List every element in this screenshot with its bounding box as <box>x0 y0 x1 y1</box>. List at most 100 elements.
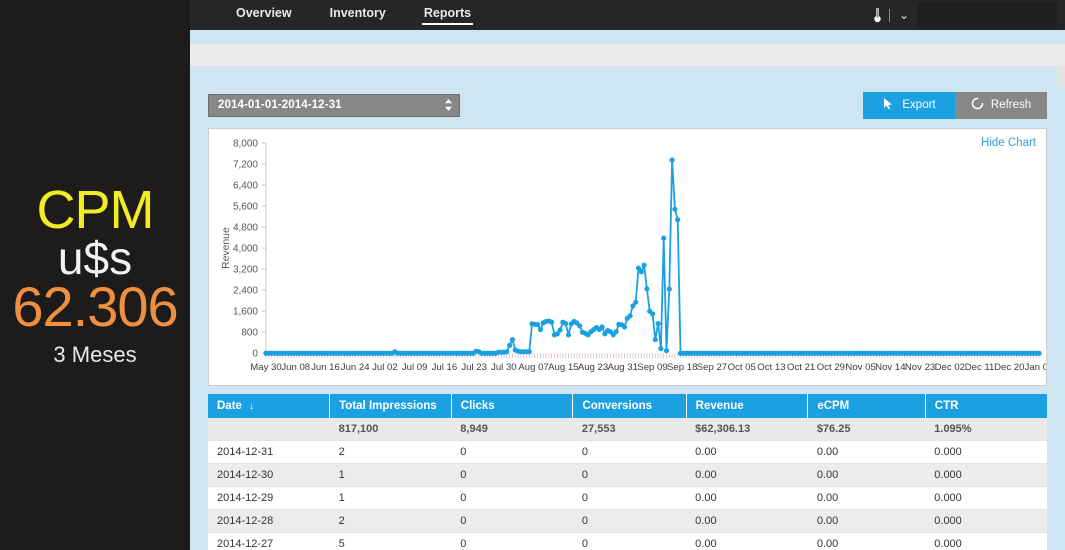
totals-cell-conversions: 27,553 <box>572 418 687 441</box>
toolbar-actions: Export Refresh <box>863 91 1047 119</box>
account-menu-box[interactable] <box>917 1 1057 29</box>
cell-revenue: 0.00 <box>686 532 808 550</box>
table-row[interactable]: 2014-12-27 5 0 0 0.00 0.00 0.000 <box>208 532 1047 550</box>
cell-total-impressions: 2 <box>329 440 452 464</box>
date-range-value: 2014-01-01-2014-12-31 <box>218 99 342 111</box>
cell-revenue: 0.00 <box>686 509 808 533</box>
app-container: Overview Inventory Reports ⌄ 2014-01-01-… <box>190 0 1065 550</box>
cell-ctr: 0.000 <box>925 486 1047 510</box>
cell-clicks: 0 <box>451 532 573 550</box>
cell-conversions: 0 <box>572 440 687 464</box>
y-axis-tick-label: 4,000 <box>233 244 258 255</box>
cell-ecpm: 0.00 <box>807 486 926 510</box>
cell-conversions: 0 <box>572 463 687 487</box>
x-axis-tick-label: Oct 21 <box>787 362 815 373</box>
x-axis-tick-label: Nov 23 <box>905 362 935 373</box>
cell-date: 2014-12-31 <box>208 440 330 464</box>
table-row[interactable]: 2014-12-30 1 0 0 0.00 0.00 0.000 <box>208 463 1047 487</box>
table-row[interactable]: 2014-12-29 1 0 0 0.00 0.00 0.000 <box>208 486 1047 510</box>
table-totals-row: 817,100 8,949 27,553 $62,306.13 $76.25 1.095% <box>208 418 1047 441</box>
revenue-series-points <box>263 157 1042 356</box>
x-axis-tick-label: Aug 15 <box>548 362 578 373</box>
column-header-revenue[interactable]: Revenue <box>686 394 809 418</box>
y-axis-tick-label: 1,600 <box>233 307 258 318</box>
column-header-date[interactable]: Date ↓ <box>208 394 331 418</box>
cell-total-impressions: 1 <box>329 486 452 510</box>
cell-clicks: 0 <box>451 440 573 464</box>
table-body: 817,100 8,949 27,553 $62,306.13 $76.25 1.095%… <box>208 418 1047 550</box>
cell-revenue: 0.00 <box>686 486 808 510</box>
date-range-select[interactable]: 2014-01-01-2014-12-31 <box>208 93 460 117</box>
y-axis-tick-label: 800 <box>241 328 258 339</box>
x-axis-tick-label: Oct 29 <box>817 362 845 373</box>
nav-item-inventory[interactable]: Inventory <box>330 6 386 25</box>
x-axis-tick-label: Dec 20 <box>994 362 1024 373</box>
cell-date: 2014-12-29 <box>208 486 330 510</box>
page-band-blue <box>190 66 1065 88</box>
x-axis-tick-label: Aug 31 <box>608 362 638 373</box>
cpm-title: CPM <box>36 180 155 240</box>
x-axis-tick-label: Nov 14 <box>875 362 906 373</box>
report-data-table: Date ↓ Total Impressions Clicks Conversio… <box>208 394 1047 550</box>
x-axis-tick-label: Sep 18 <box>667 362 697 373</box>
totals-cell-date <box>208 418 330 441</box>
table-row[interactable]: 2014-12-28 2 0 0 0.00 0.00 0.000 <box>208 509 1047 533</box>
y-axis-tick-label: 0 <box>252 349 258 360</box>
column-header-total-impressions[interactable]: Total Impressions <box>329 394 452 418</box>
column-header-ctr[interactable]: CTR <box>925 394 1047 418</box>
x-axis-tick-label: Sep 27 <box>697 362 727 373</box>
stepper-arrows-icon <box>444 98 453 112</box>
x-axis-tick-label: Jul 23 <box>461 362 487 373</box>
cell-conversions: 0 <box>572 486 687 510</box>
cell-revenue: 0.00 <box>686 440 808 464</box>
cell-total-impressions: 5 <box>329 532 452 550</box>
cell-conversions: 0 <box>572 509 687 533</box>
x-axis-tick-label: Jul 02 <box>372 362 398 373</box>
y-axis-tick-label: 7,200 <box>233 159 258 170</box>
cell-ecpm: 0.00 <box>807 463 926 487</box>
x-axis-tick-label: May 30 <box>250 362 281 373</box>
nav-items: Overview Inventory Reports <box>236 0 509 30</box>
refresh-button[interactable]: Refresh <box>955 91 1047 119</box>
chevron-double-down-icon[interactable]: ⌄ <box>899 8 909 22</box>
cell-ecpm: 0.00 <box>807 440 926 464</box>
totals-cell-ctr: 1.095% <box>925 418 1047 441</box>
x-axis-tick-label: Oct 13 <box>757 362 785 373</box>
cell-date: 2014-12-27 <box>208 532 330 550</box>
cpm-overlay-panel: CPM u$s 62.306 3 Meses <box>0 0 190 550</box>
cursor-icon <box>882 97 895 113</box>
cell-conversions: 0 <box>572 532 687 550</box>
thermometer-icon[interactable] <box>873 7 882 23</box>
x-axis-tick-label: Oct 05 <box>728 362 756 373</box>
cell-ctr: 0.000 <box>925 509 1047 533</box>
refresh-label: Refresh <box>990 99 1032 111</box>
revenue-chart-card: Hide Chart 0 800 1,600 2,400 3,200 4,000 4,800… <box>208 128 1047 386</box>
totals-cell-clicks: 8,949 <box>451 418 573 441</box>
y-axis-tick-label: 5,600 <box>233 202 258 213</box>
export-label: Export <box>902 99 936 111</box>
x-axis-tick-label: Jul 30 <box>491 362 517 373</box>
report-table: Date ↓ Total Impressions Clicks Conversio… <box>208 394 1047 550</box>
cell-total-impressions: 1 <box>329 463 452 487</box>
totals-cell-total-impressions: 817,100 <box>329 418 452 441</box>
table-row[interactable]: 2014-12-31 2 0 0 0.00 0.00 0.000 <box>208 440 1047 464</box>
cpm-value: 62.306 <box>12 275 178 338</box>
x-axis-tick-label: Dec 11 <box>965 362 995 373</box>
cpm-period-label: 3 Meses <box>53 342 137 367</box>
column-header-clicks[interactable]: Clicks <box>451 394 574 418</box>
x-axis-tick-label: Jul 16 <box>432 362 458 373</box>
x-axis-tick-label: Jun 08 <box>281 362 310 373</box>
sort-descending-icon: ↓ <box>248 401 254 412</box>
cell-total-impressions: 2 <box>329 509 452 533</box>
export-button[interactable]: Export <box>863 91 955 119</box>
x-axis-tick-label: Nov 05 <box>845 362 875 373</box>
nav-item-reports[interactable]: Reports <box>421 6 474 25</box>
x-axis-tick-label: Dec 02 <box>935 362 965 373</box>
page-band-top <box>190 30 1065 44</box>
column-header-ecpm[interactable]: eCPM <box>807 394 926 418</box>
cell-date: 2014-12-28 <box>208 509 330 533</box>
cell-revenue: 0.00 <box>686 463 808 487</box>
scrollbar-track[interactable] <box>1057 66 1065 88</box>
column-header-conversions[interactable]: Conversions <box>572 394 687 418</box>
nav-item-overview[interactable]: Overview <box>236 6 292 25</box>
